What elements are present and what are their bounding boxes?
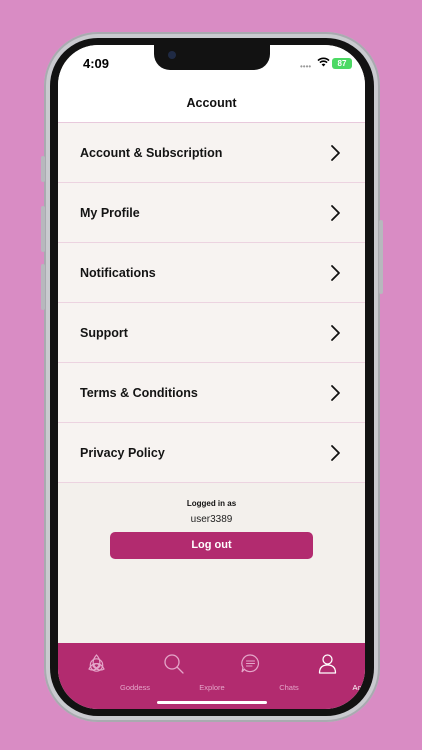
volume-up-button: [41, 206, 45, 252]
signal-dots-icon: ••••: [300, 62, 312, 71]
menu-item-notifications[interactable]: Notifications: [58, 243, 365, 303]
menu-item-my-profile[interactable]: My Profile: [58, 183, 365, 243]
app-screen: 4:09 •••• 87 Account Account & Subscript…: [58, 45, 365, 709]
menu-item-label: My Profile: [80, 206, 140, 220]
logout-button[interactable]: Log out: [110, 532, 313, 559]
tab-chats[interactable]: Chats: [212, 643, 299, 709]
menu-item-label: Notifications: [80, 266, 156, 280]
chevron-right-icon: [331, 145, 340, 161]
front-camera: [168, 51, 176, 59]
menu-item-label: Privacy Policy: [80, 446, 165, 460]
tab-goddess[interactable]: Goddess: [58, 643, 150, 709]
tab-label: Account: [352, 683, 365, 692]
status-time: 4:09: [83, 56, 110, 71]
battery-indicator: 87: [332, 58, 352, 69]
page-title: Account: [186, 96, 237, 110]
menu-item-label: Account & Subscription: [80, 146, 223, 160]
chat-bubble-icon: [241, 654, 259, 673]
power-button: [379, 220, 383, 294]
menu-item-privacy-policy[interactable]: Privacy Policy: [58, 423, 365, 483]
camera-notch: [154, 45, 270, 70]
battery-level: 87: [337, 59, 347, 68]
volume-down-button: [41, 264, 45, 310]
username-text: user3389: [190, 514, 233, 525]
user-icon: [318, 654, 337, 674]
chevron-right-icon: [331, 445, 340, 461]
chevron-right-icon: [331, 385, 340, 401]
tab-account[interactable]: Account: [289, 643, 365, 709]
tab-bar: Goddess Explore Chats Account: [58, 643, 365, 709]
menu-item-label: Terms & Conditions: [80, 386, 198, 400]
logged-in-label: Logged in as: [186, 499, 237, 508]
menu-item-support[interactable]: Support: [58, 303, 365, 363]
wifi-icon: [317, 57, 330, 67]
tab-explore[interactable]: Explore: [135, 643, 225, 709]
mute-switch: [41, 156, 45, 182]
triquetra-icon: [88, 654, 105, 672]
page-header: Account: [58, 81, 365, 123]
menu-item-account-subscription[interactable]: Account & Subscription: [58, 123, 365, 183]
menu-item-terms-conditions[interactable]: Terms & Conditions: [58, 363, 365, 423]
home-indicator: [157, 701, 267, 704]
search-icon: [164, 654, 184, 674]
chevron-right-icon: [331, 265, 340, 281]
chevron-right-icon: [331, 325, 340, 341]
account-menu: Account & Subscription My Profile Notifi…: [58, 123, 365, 483]
menu-item-label: Support: [80, 326, 128, 340]
chevron-right-icon: [331, 205, 340, 221]
